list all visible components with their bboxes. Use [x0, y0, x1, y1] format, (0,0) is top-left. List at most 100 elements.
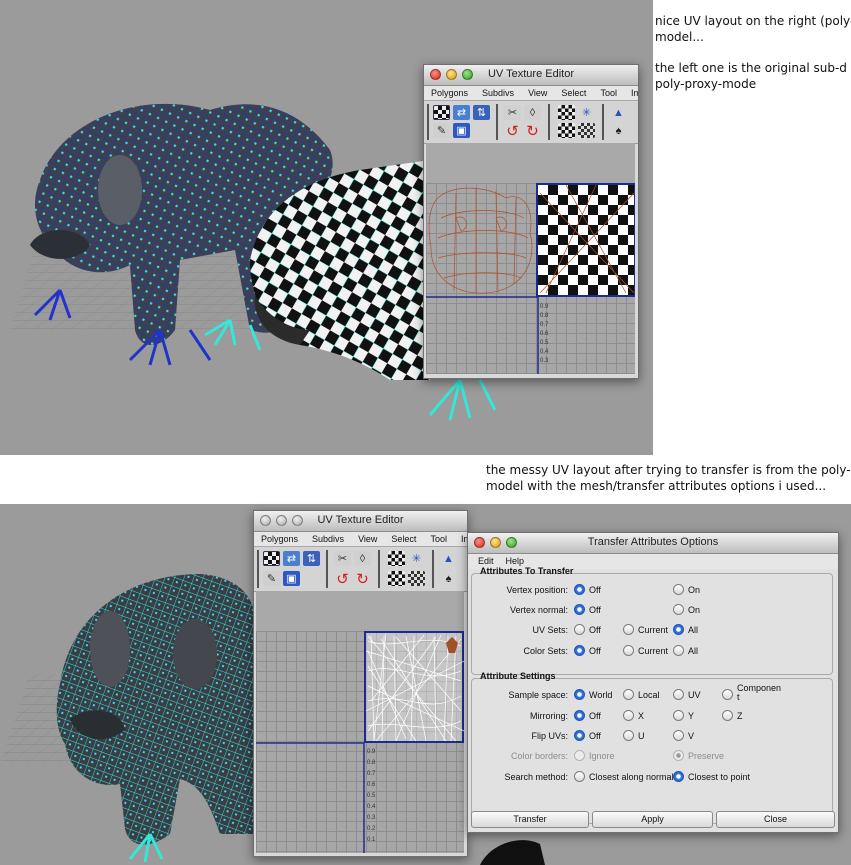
rotate-cw-icon[interactable]: ↻ — [354, 571, 371, 586]
menu-image[interactable]: Imag — [454, 532, 467, 546]
menu-subdivs[interactable]: Subdivs — [475, 86, 521, 100]
uv-shell-overlay — [426, 184, 635, 374]
menu-polygons[interactable]: Polygons — [424, 86, 475, 100]
uv-editor-bottom-menubar: Polygons Subdivs View Select Tool Imag — [254, 532, 467, 547]
flip-uvs-off-radio[interactable]: Off — [574, 730, 601, 741]
layout-uv-icon[interactable]: ▣ — [283, 571, 300, 586]
search-method-label: Search method: — [504, 772, 568, 782]
uv-editor-window-top[interactable]: UV Texture Editor Polygons Subdivs View … — [423, 64, 639, 379]
cut-uv-icon[interactable]: ✂ — [334, 551, 351, 566]
note-top-line1: nice UV layout on the right (polygon) — [655, 14, 851, 28]
move-uv-icon[interactable]: ◊ — [524, 105, 541, 120]
sample-space-world-radio[interactable]: World — [574, 689, 612, 700]
uv-editor-window-bottom[interactable]: UV Texture Editor Polygons Subdivs View … — [253, 510, 468, 857]
sew-uv-icon[interactable]: ✎ — [263, 571, 280, 586]
align-uv-icon[interactable]: ▲ — [440, 551, 457, 566]
move-uv-icon[interactable]: ◊ — [354, 551, 371, 566]
uv-tick-column: 0.9 0.8 0.7 0.6 0.5 0.4 0.3 0.2 0.1 — [367, 749, 376, 843]
cut-uv-icon[interactable]: ✂ — [504, 105, 521, 120]
menu-select[interactable]: Select — [384, 532, 423, 546]
mirroring-y-radio[interactable]: Y — [673, 710, 694, 721]
uv-editor-bottom-toolbar: ⇄ ⇅ ✎ ▣ ✂ ◊ ↺ ↻ ✳ ▲ ♠ — [254, 547, 467, 592]
apply-button[interactable]: Apply — [592, 811, 713, 828]
straighten-icon[interactable] — [388, 571, 405, 586]
flip-u-icon[interactable]: ⇄ — [453, 105, 470, 120]
uv-editor-top-menubar: Polygons Subdivs View Select Tool Imag — [424, 86, 638, 101]
vertex-position-off-radio[interactable]: Off — [574, 584, 601, 595]
uv-sets-off-radio[interactable]: Off — [574, 624, 601, 635]
menu-tool[interactable]: Tool — [423, 532, 454, 546]
flip-u-icon[interactable]: ⇄ — [283, 551, 300, 566]
creature-transfer-bottom — [56, 574, 255, 863]
snap-uv-icon[interactable]: ♠ — [610, 123, 627, 138]
menu-view[interactable]: View — [351, 532, 384, 546]
note-top-line2: model... — [655, 30, 704, 44]
color-sets-all-radio[interactable]: All — [673, 645, 698, 656]
snap-uv-icon[interactable]: ♠ — [440, 571, 457, 586]
creature-bottom-foot — [480, 840, 545, 865]
vertex-normal-on-radio[interactable]: On — [673, 604, 700, 615]
menu-select[interactable]: Select — [554, 86, 593, 100]
transfer-dialog-titlebar[interactable]: Transfer Attributes Options — [468, 533, 838, 554]
transfer-button[interactable]: Transfer — [471, 811, 589, 828]
sample-space-component-radio[interactable]: Componen t — [722, 684, 781, 702]
note-top-line4: poly-proxy-mode — [655, 77, 757, 91]
uv-sets-label: UV Sets: — [532, 625, 568, 635]
flip-uvs-v-radio[interactable]: V — [673, 730, 694, 741]
menu-view[interactable]: View — [521, 86, 554, 100]
uv-editor-bottom-title: UV Texture Editor — [317, 514, 404, 526]
vertex-position-on-radio[interactable]: On — [673, 584, 700, 595]
mirroring-z-radio[interactable]: Z — [722, 710, 743, 721]
mirroring-x-radio[interactable]: X — [623, 710, 644, 721]
sample-space-uv-radio[interactable]: UV — [673, 689, 701, 700]
color-sets-current-radio[interactable]: Current — [623, 645, 668, 656]
color-borders-label: Color borders: — [510, 751, 568, 761]
search-method-closest-to-point-radio[interactable]: Closest to point — [673, 771, 750, 782]
flip-uvs-u-radio[interactable]: U — [623, 730, 645, 741]
search-method-closest-along-normal-radio[interactable]: Closest along normal — [574, 771, 674, 782]
rotate-ccw-icon[interactable]: ↺ — [334, 571, 351, 586]
checker-map-icon[interactable] — [433, 105, 450, 120]
flip-v-icon[interactable]: ⇅ — [473, 105, 490, 120]
uv-sets-all-radio[interactable]: All — [673, 624, 698, 635]
vertex-normal-off-radio[interactable]: Off — [574, 604, 601, 615]
attributes-to-transfer-heading[interactable]: Attributes To Transfer — [480, 566, 573, 576]
flip-v-icon[interactable]: ⇅ — [303, 551, 320, 566]
layout-uv-icon[interactable]: ▣ — [453, 123, 470, 138]
rotate-cw-icon[interactable]: ↻ — [524, 123, 541, 138]
sew-uv-icon[interactable]: ✎ — [433, 123, 450, 138]
align-uv-icon[interactable]: ▲ — [610, 105, 627, 120]
uv-tick-column: 0.9 0.8 0.7 0.6 0.5 0.4 0.3 — [540, 304, 549, 364]
sample-space-local-radio[interactable]: Local — [623, 689, 660, 700]
uv-sets-current-radio[interactable]: Current — [623, 624, 668, 635]
color-borders-ignore-radio: Ignore — [574, 750, 615, 761]
sample-space-label: Sample space: — [508, 690, 568, 700]
uv-editor-bottom-titlebar[interactable]: UV Texture Editor — [254, 511, 467, 532]
menu-polygons[interactable]: Polygons — [254, 532, 305, 546]
uv-editor-bottom-canvas[interactable]: 0.9 0.8 0.7 0.6 0.5 0.4 0.3 0.2 0.1 — [256, 591, 464, 853]
rotate-ccw-icon[interactable]: ↺ — [504, 123, 521, 138]
straighten-icon[interactable] — [558, 123, 575, 138]
unfold-icon[interactable] — [388, 551, 405, 566]
relax-icon[interactable]: ✳ — [578, 105, 595, 120]
uv-editor-top-toolbar: ⇄ ⇅ ✎ ▣ ✂ ◊ ↺ ↻ ✳ ▲ ♠ — [424, 101, 638, 144]
grid-uv-icon[interactable] — [408, 571, 425, 586]
uv-shell-overlay — [256, 632, 464, 853]
color-sets-off-radio[interactable]: Off — [574, 645, 601, 656]
transfer-attributes-dialog[interactable]: Transfer Attributes Options Edit Help At… — [467, 532, 839, 833]
vertex-position-label: Vertex position: — [506, 585, 568, 595]
note-bottom-line2: model with the mesh/transfer attributes … — [486, 479, 827, 493]
menu-image[interactable]: Imag — [624, 86, 638, 100]
mirroring-label: Mirroring: — [529, 711, 568, 721]
uv-editor-top-canvas[interactable]: 0.9 0.8 0.7 0.6 0.5 0.4 0.3 — [426, 143, 635, 374]
close-button[interactable]: Close — [716, 811, 835, 828]
grid-uv-icon[interactable] — [578, 123, 595, 138]
unfold-icon[interactable] — [558, 105, 575, 120]
attribute-settings-heading[interactable]: Attribute Settings — [480, 671, 556, 681]
relax-icon[interactable]: ✳ — [408, 551, 425, 566]
mirroring-off-radio[interactable]: Off — [574, 710, 601, 721]
uv-editor-top-titlebar[interactable]: UV Texture Editor — [424, 65, 638, 86]
menu-subdivs[interactable]: Subdivs — [305, 532, 351, 546]
checker-map-icon[interactable] — [263, 551, 280, 566]
menu-tool[interactable]: Tool — [593, 86, 624, 100]
